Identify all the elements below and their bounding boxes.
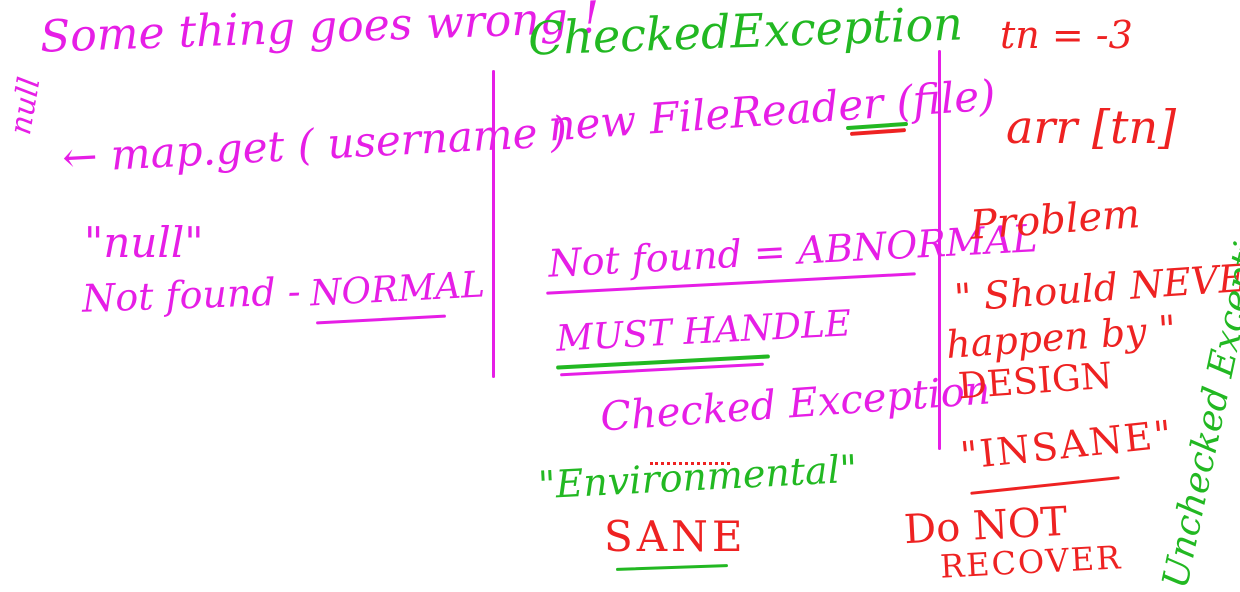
not-found-left: Not found -: [81, 269, 302, 321]
null-side-note: null: [3, 74, 48, 138]
checked-exception-heading: CheckedException: [527, 0, 964, 66]
insane-underline: [970, 476, 1120, 495]
recover-label: RECOVER: [939, 538, 1124, 586]
checked-exception-label: Checked Exception: [598, 367, 992, 441]
sane-underline: [615, 564, 729, 571]
problem-label: Problem: [968, 191, 1142, 249]
file-reader-expression: new FileReader (file): [546, 70, 997, 151]
unchecked-exception-label: Unchecked Exception: [1155, 194, 1240, 592]
not-found-abnormal: Not found = ABNORMAL: [547, 216, 1039, 286]
whiteboard-canvas: Some thing goes wrong ! null ← map.get (…: [0, 0, 1240, 592]
design-label: DESIGN: [956, 355, 1114, 408]
insane-label: "INSANE": [958, 411, 1176, 479]
must-handle-label: MUST HANDLE: [555, 303, 853, 360]
should-never-label: " Should NEVER: [952, 253, 1240, 321]
array-access: arr [tn]: [1006, 100, 1177, 154]
tn-assignment: tn = -3: [1000, 13, 1133, 57]
left-heading: Some thing goes wrong !: [39, 0, 601, 63]
environmental-label: "Environmental": [537, 446, 859, 508]
null-string: "null": [84, 218, 204, 267]
sane-label: SANE: [604, 512, 747, 561]
normal-label: NORMAL: [309, 264, 486, 315]
normal-underline: [316, 314, 446, 325]
